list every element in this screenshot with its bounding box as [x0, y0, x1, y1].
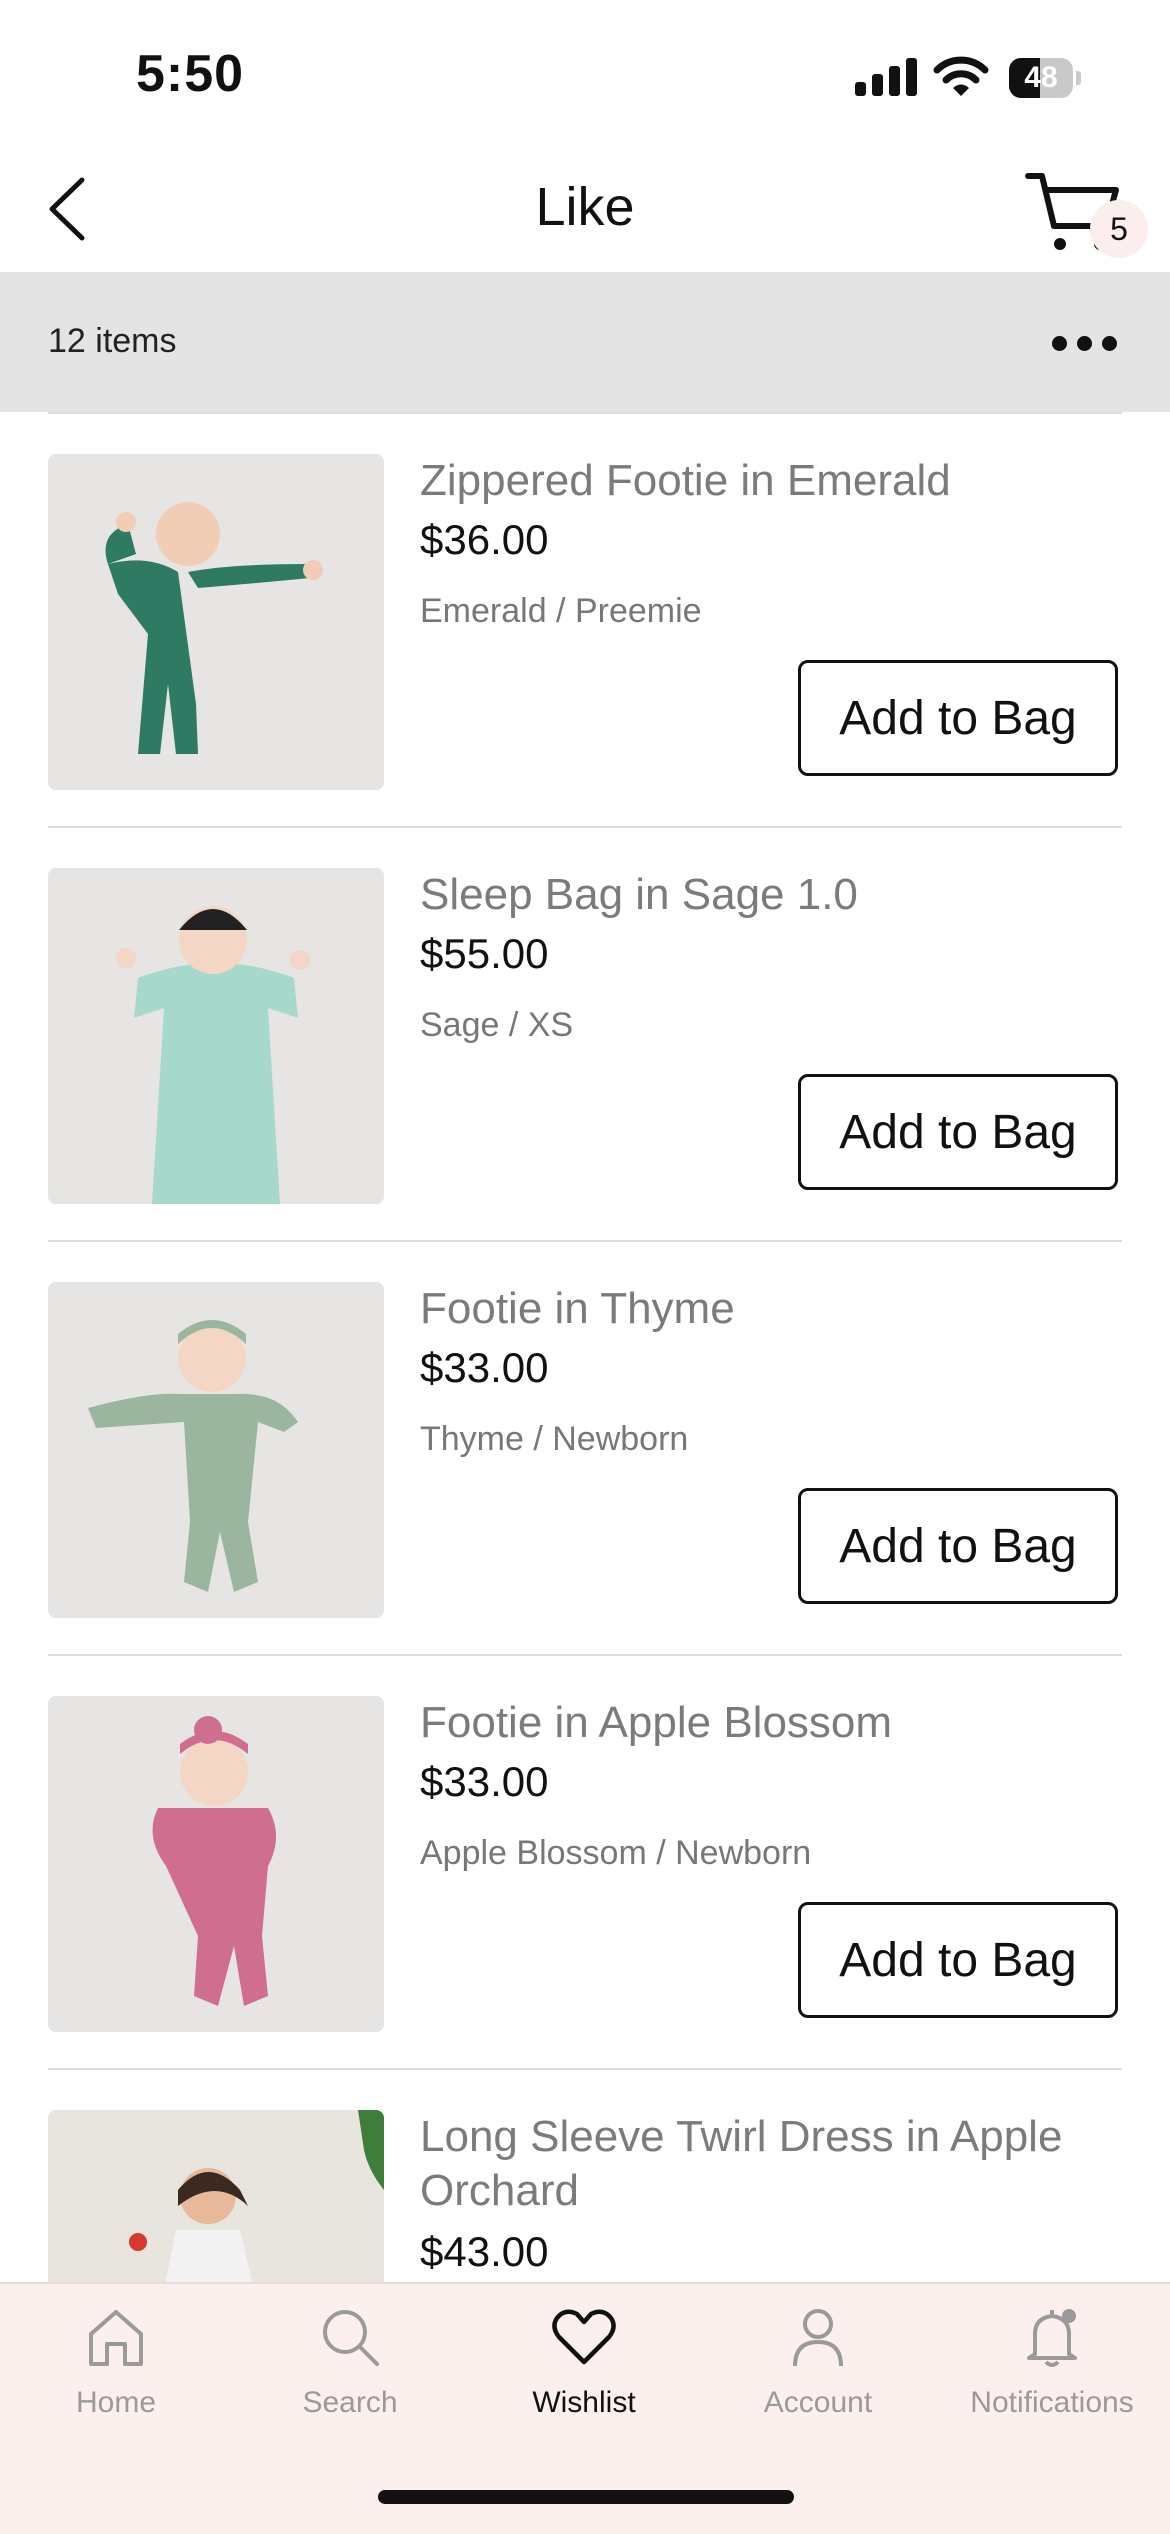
more-options-icon[interactable]	[1052, 332, 1118, 356]
search-icon	[323, 2310, 379, 2366]
status-time: 5:50	[136, 45, 245, 103]
add-to-bag-button[interactable]: Add to Bag	[798, 1902, 1118, 2018]
add-to-bag-button[interactable]: Add to Bag	[798, 1074, 1118, 1190]
item-count: 12 items	[48, 322, 177, 360]
battery-icon: 48	[1009, 58, 1081, 98]
wishlist-list: Zippered Footie in Emerald $36.00 Emeral…	[0, 412, 1170, 2282]
wishlist-item: Footie in Thyme $33.00 Thyme / Newborn A…	[48, 1240, 1122, 1656]
product-name[interactable]: Long Sleeve Twirl Dress in Apple Orchard	[420, 2110, 1120, 2218]
wishlist-item: Long Sleeve Twirl Dress in Apple Orchard…	[48, 2068, 1122, 2282]
wishlist-item: Sleep Bag in Sage 1.0 $55.00 Sage / XS A…	[48, 826, 1122, 1242]
product-name[interactable]: Zippered Footie in Emerald	[420, 454, 1120, 508]
product-name[interactable]: Sleep Bag in Sage 1.0	[420, 868, 1120, 922]
product-price: $33.00	[420, 1758, 549, 1805]
person-icon	[793, 2309, 843, 2367]
product-variant: Emerald / Preemie	[420, 592, 702, 630]
product-variant: Sage / XS	[420, 1006, 574, 1044]
page-title: Like	[535, 177, 635, 237]
product-name[interactable]: Footie in Thyme	[420, 1282, 1120, 1336]
tab-home[interactable]: Home	[16, 2302, 216, 2452]
tab-notifications[interactable]: Notifications	[952, 2302, 1152, 2452]
cart-count-badge: 5	[1090, 200, 1148, 258]
product-image[interactable]	[48, 868, 384, 1204]
product-price: $55.00	[420, 930, 549, 977]
add-to-bag-button[interactable]: Add to Bag	[798, 1488, 1118, 1604]
tab-account[interactable]: Account	[718, 2302, 918, 2452]
product-image[interactable]	[48, 1696, 384, 2032]
product-image[interactable]	[48, 2110, 384, 2282]
nav-header: Like	[0, 150, 1170, 272]
product-price: $33.00	[420, 1344, 549, 1391]
product-price: $43.00	[420, 2228, 549, 2275]
product-image[interactable]	[48, 454, 384, 790]
home-indicator	[378, 2490, 794, 2504]
product-price: $36.00	[420, 516, 549, 563]
tab-label: Wishlist	[532, 2386, 636, 2419]
tab-label: Account	[763, 2386, 873, 2419]
cellular-signal-icon	[855, 58, 917, 96]
tab-search[interactable]: Search	[250, 2302, 450, 2452]
heart-icon	[552, 2309, 616, 2365]
product-variant: Apple Blossom / Newborn	[420, 1834, 812, 1872]
tab-label: Notifications	[970, 2386, 1134, 2419]
wishlist-item: Zippered Footie in Emerald $36.00 Emeral…	[48, 412, 1122, 828]
status-bar: 5:50 48	[0, 0, 1170, 150]
wishlist-item: Footie in Apple Blossom $33.00 Apple Blo…	[48, 1654, 1122, 2070]
battery-level: 48	[1024, 61, 1058, 94]
tab-label: Home	[75, 2386, 157, 2419]
wifi-icon	[933, 56, 989, 96]
tab-label: Search	[302, 2386, 398, 2419]
wishlist-toolbar: 12 items	[0, 272, 1170, 412]
product-name[interactable]: Footie in Apple Blossom	[420, 1696, 1120, 1750]
bell-icon	[1027, 2309, 1077, 2367]
tab-wishlist[interactable]: Wishlist	[484, 2302, 684, 2452]
add-to-bag-button[interactable]: Add to Bag	[798, 660, 1118, 776]
home-icon	[89, 2310, 143, 2366]
product-image[interactable]	[48, 1282, 384, 1618]
product-variant: Thyme / Newborn	[420, 1420, 689, 1458]
